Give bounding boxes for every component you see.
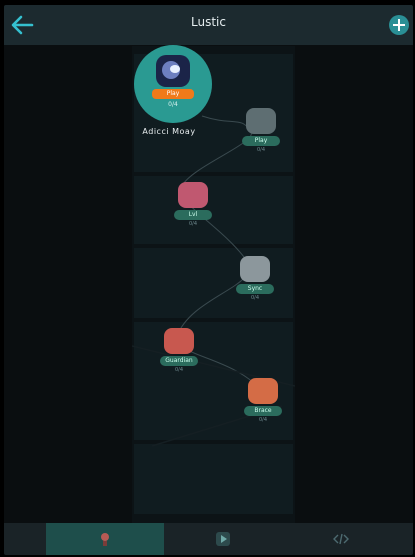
play-button[interactable]: Play: [152, 89, 194, 99]
code-icon: [333, 533, 349, 545]
level-artwork: [156, 55, 190, 87]
level-image: [240, 256, 270, 282]
level-node[interactable]: Guardian 0/4: [158, 328, 200, 373]
page-title: Lustic: [191, 15, 226, 29]
level-progress: 0/4: [258, 417, 268, 423]
play-icon: [216, 532, 230, 546]
level-progress: 0/4: [188, 221, 198, 227]
level-label: Sync: [236, 284, 274, 294]
level-label: Lvl: [174, 210, 212, 220]
map-icon: [101, 533, 109, 546]
level-label: Play: [242, 136, 280, 146]
level-progress: 0/4: [250, 295, 260, 301]
level-label: Guardian: [160, 356, 198, 366]
add-button[interactable]: [389, 15, 409, 35]
level-image: [248, 378, 278, 404]
current-level-name: Adicci Moay: [142, 127, 196, 136]
tab-map[interactable]: [46, 523, 164, 555]
level-node[interactable]: Sync 0/4: [234, 256, 276, 301]
level-image: [164, 328, 194, 354]
level-node[interactable]: Play 0/4: [240, 108, 282, 153]
level-progress: 0/4: [174, 367, 184, 373]
level-label: Brace: [244, 406, 282, 416]
level-image: [178, 182, 208, 208]
tab-play[interactable]: [164, 523, 282, 555]
bottom-tab-bar: [4, 523, 413, 555]
current-level-badge[interactable]: Play 0/4: [134, 45, 212, 123]
level-progress: 0/4: [256, 147, 266, 153]
current-level-progress: 0/4: [168, 101, 178, 108]
level-node[interactable]: Lvl 0/4: [172, 182, 214, 227]
tab-code[interactable]: [282, 523, 400, 555]
top-bar: Lustic: [4, 5, 413, 45]
level-image: [246, 108, 276, 134]
app-frame: Lustic Play 0/4 Lvl 0/4 Sync 0/4 Guardia…: [4, 5, 413, 555]
level-node[interactable]: Brace 0/4: [242, 378, 284, 423]
